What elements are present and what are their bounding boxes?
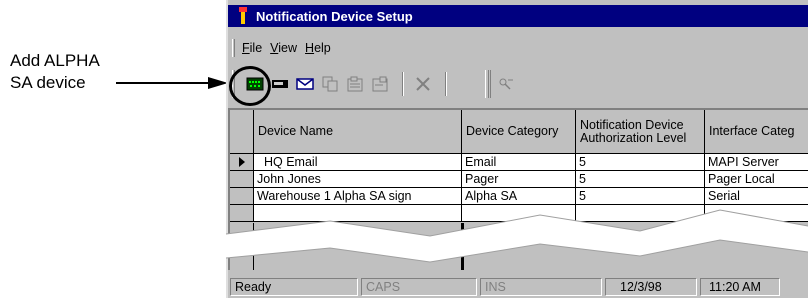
callout-highlight-circle [229, 66, 271, 106]
torn-edge-graphic [225, 209, 808, 263]
